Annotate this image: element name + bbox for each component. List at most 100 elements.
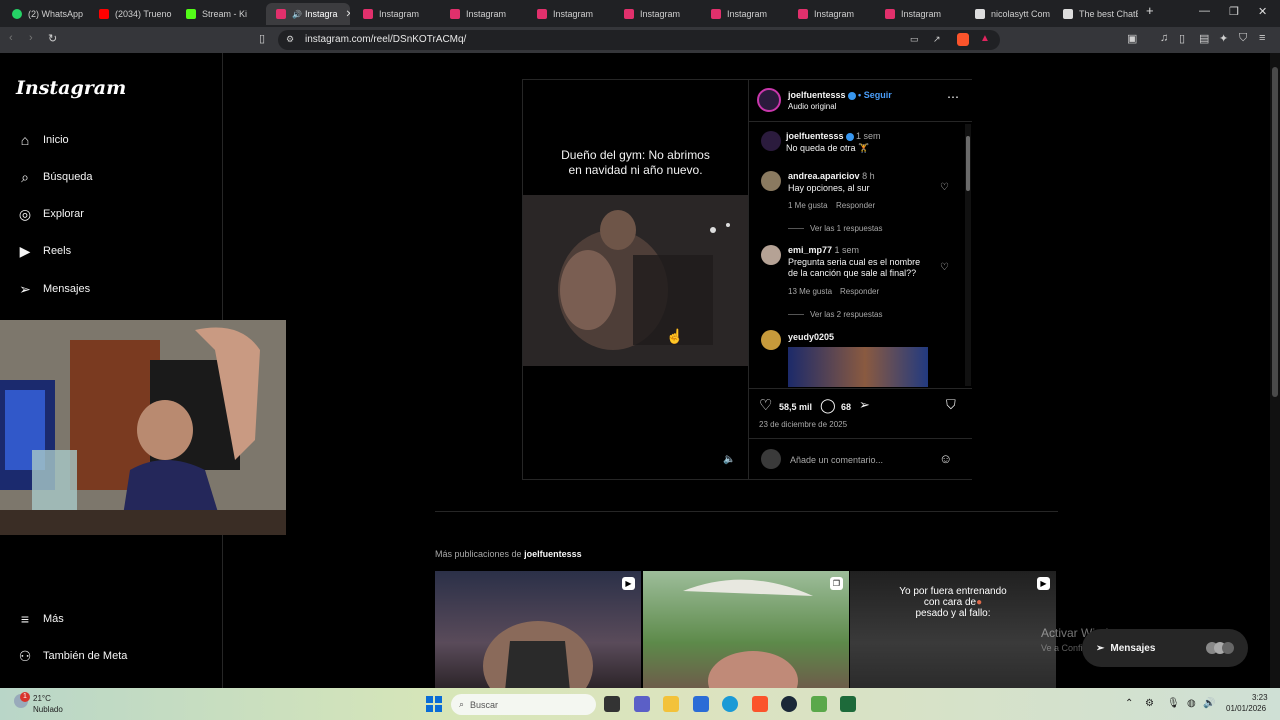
comment-user[interactable]: andrea.apariciov 8 h [788,171,875,181]
like-icon[interactable]: ♡ [759,396,772,414]
vpn-icon[interactable]: ⛉ [1239,32,1247,45]
sidebar-item-reels[interactable]: ▶ Reels [16,242,72,260]
tab-instagram-active[interactable]: 🔊 Instagra ✕ [266,3,350,25]
task-view-icon[interactable] [604,696,620,712]
avatar[interactable] [761,245,781,265]
like-comment-icon[interactable]: ♡ [940,262,949,273]
minimize-button[interactable]: — [1199,5,1210,17]
comments-scrollbar-thumb[interactable] [966,136,970,191]
comment-user[interactable]: emi_mp77 1 sem [788,245,859,255]
reel-video[interactable]: Dueño del gym: No abrimos en navidad ni … [523,80,748,479]
cast-icon[interactable]: ▭ [910,34,919,45]
leo-ai-icon[interactable]: ✦ [1219,32,1228,45]
mute-icon[interactable]: 🔈 [723,454,735,465]
instagram-logo[interactable]: Instagram [16,77,126,99]
tab-youtube[interactable]: (2034) Trueno · [89,3,174,25]
page-scrollbar[interactable] [1270,53,1280,688]
view-replies-button[interactable]: Ver las 2 respuestas [788,310,882,319]
sidebar-item-mas[interactable]: ≡ Más [16,610,64,628]
tab-instagram[interactable]: Instagram [527,3,612,25]
author-name[interactable]: joelfuentesss • Seguir [788,90,892,100]
tab-instagram[interactable]: Instagram [440,3,525,25]
address-bar[interactable]: ⚙ instagram.com/reel/DSnKOTrACMq/ ▭ ↗ ▲ [278,30,1000,50]
like-comment-icon[interactable]: ♡ [940,182,949,193]
comment-likes[interactable]: 13 Me gusta [788,287,832,296]
brave-icon[interactable] [752,696,768,712]
close-window-button[interactable]: ✕ [1258,5,1267,18]
wallet-icon[interactable]: ▤ [1199,32,1209,45]
view-replies-button[interactable]: Ver las 1 respuestas [788,224,882,233]
game-app-icon[interactable] [840,696,856,712]
weather-desc[interactable]: Nublado [33,705,63,714]
avatar[interactable] [761,131,781,151]
steam-icon[interactable] [781,696,797,712]
tab-kick[interactable]: Stream - Ki [176,3,264,25]
teams-icon[interactable] [634,696,650,712]
share-icon[interactable]: ➢ [859,397,870,413]
author-avatar[interactable] [757,88,781,112]
post-thumbnail[interactable]: ❐ [643,571,849,688]
new-tab-button[interactable]: + [1146,3,1154,18]
store-icon[interactable] [693,696,709,712]
comments-scrollbar[interactable] [965,124,971,386]
tab-instagram[interactable]: Instagram [875,3,963,25]
emoji-icon[interactable]: ☺ [939,451,952,466]
reader-icon[interactable]: ▣ [1127,32,1137,45]
follow-button[interactable]: Seguir [864,90,892,100]
comment-likes[interactable]: 1 Me gusta [788,201,828,210]
sidebar-item-busqueda[interactable]: ⌕ Búsqueda [16,168,92,186]
tray-chevron-icon[interactable]: ⌃ [1125,698,1133,709]
weather-temp[interactable]: 21°C [33,694,51,703]
save-icon[interactable]: ⛉ [946,397,956,413]
sidebar-item-inicio[interactable]: ⌂ Inicio [16,131,69,149]
comment-gif-image[interactable] [788,347,928,387]
brave-rewards-icon[interactable]: ▲ [980,33,990,44]
restore-button[interactable]: ❐ [1229,5,1239,18]
tab-instagram[interactable]: Instagram [788,3,873,25]
comment-icon[interactable]: ◯ [820,397,836,414]
back-icon[interactable]: ‹ [9,32,13,44]
reply-button[interactable]: Responder [840,287,879,296]
tab-nicolasytt[interactable]: nicolasytt Com [965,3,1051,25]
microphone-icon[interactable]: 🎙 [1167,698,1180,709]
share-icon[interactable]: ↗ [933,34,941,45]
audio-label[interactable]: Audio original [788,102,836,111]
edge-icon[interactable] [722,696,738,712]
tab-instagram[interactable]: Instagram [614,3,699,25]
sidebar-icon[interactable]: ▯ [1179,32,1185,45]
tab-chatbot[interactable]: The best ChatB [1053,3,1138,25]
sidebar-item-explorar[interactable]: ◎ Explorar [16,205,84,223]
likes-count[interactable]: 58,5 mil [779,402,812,412]
sidebar-item-tambien-de-meta[interactable]: ⚇ También de Meta [16,647,128,665]
android-app-icon[interactable] [811,696,827,712]
music-icon[interactable]: ♫ [1160,32,1168,44]
file-explorer-icon[interactable] [663,696,679,712]
avatar[interactable] [761,171,781,191]
page-scrollbar-thumb[interactable] [1272,67,1278,397]
tray-app-icon[interactable]: ⚙ [1145,698,1154,709]
reload-icon[interactable]: ↻ [48,32,57,45]
clock-time[interactable]: 3:23 [1252,693,1268,702]
more-options-icon[interactable]: ⋯ [947,90,959,104]
tab-instagram[interactable]: Instagram [701,3,786,25]
avatar[interactable] [761,330,781,350]
messages-floating-button[interactable]: ➢ Mensajes [1082,629,1248,667]
site-info-icon[interactable]: ⚙ [286,34,294,45]
comment-input[interactable]: Añade un comentario... [790,455,883,465]
post-thumbnail[interactable]: Yo por fuera entrenando con cara de● pes… [850,571,1056,688]
sidebar-item-mensajes[interactable]: ➢ Mensajes [16,280,90,298]
bookmark-icon[interactable]: ▯ [259,32,265,45]
tab-whatsapp[interactable]: (2) WhatsApp [2,3,87,25]
close-tab-icon[interactable]: ✕ [346,9,351,20]
menu-icon[interactable]: ≡ [1259,32,1265,44]
tab-instagram[interactable]: Instagram [353,3,438,25]
network-icon[interactable]: ◍ [1187,698,1196,709]
comment-user[interactable]: yeudy0205 [788,332,834,342]
post-thumbnail[interactable]: ▶ [435,571,641,688]
reply-button[interactable]: Responder [836,201,875,210]
comment-user[interactable]: joelfuentesss 1 sem [786,131,881,141]
forward-icon[interactable]: › [29,32,33,44]
volume-icon[interactable]: 🔊 [1203,698,1215,709]
windows-start-icon[interactable] [426,696,442,712]
clock-date[interactable]: 01/01/2026 [1226,704,1266,713]
